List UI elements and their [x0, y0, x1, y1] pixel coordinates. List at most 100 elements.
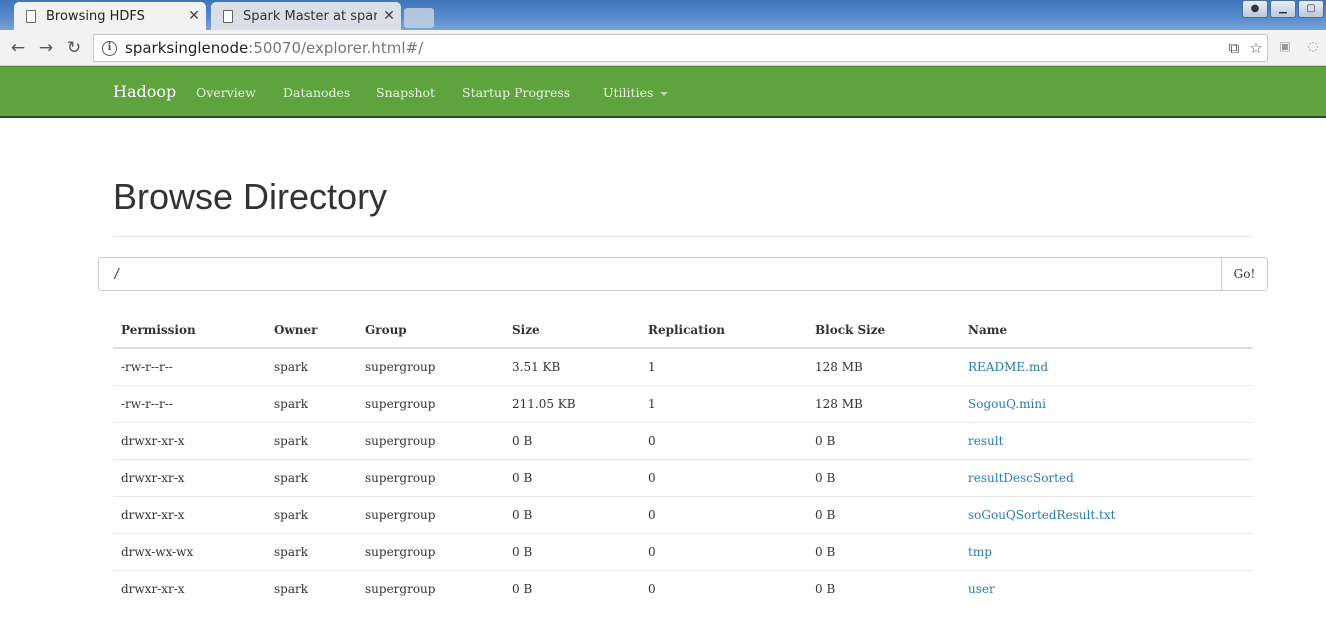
cell-block-size: 0 B: [807, 421, 960, 459]
translate-icon[interactable]: ⧉: [1223, 39, 1245, 57]
cell-owner: spark: [266, 569, 357, 607]
go-button[interactable]: Go!: [1221, 257, 1268, 291]
minimize-button[interactable]: ▁: [1270, 0, 1296, 18]
address-bar[interactable]: i sparksinglenode:50070/explorer.html#/ …: [93, 34, 1268, 62]
cell-group: supergroup: [357, 569, 504, 607]
cell-name: tmp: [960, 532, 1253, 570]
cell-replication: 0: [640, 458, 807, 496]
directory-listing-table: Permission Owner Group Size Replication …: [113, 312, 1253, 607]
page-icon: [223, 9, 233, 23]
user-icon[interactable]: ●: [1242, 0, 1268, 18]
cell-name: user: [960, 569, 1253, 607]
cell-group: supergroup: [357, 384, 504, 422]
directory-path-input[interactable]: [98, 257, 1222, 291]
cell-owner: spark: [266, 421, 357, 459]
cell-name: README.md: [960, 348, 1253, 385]
file-link[interactable]: SogouQ.mini: [968, 397, 1046, 411]
directory-link[interactable]: user: [968, 582, 995, 596]
url-path: :50070/explorer.html#/: [248, 39, 424, 57]
directory-link[interactable]: result: [968, 434, 1003, 448]
cell-owner: spark: [274, 359, 309, 374]
url-text[interactable]: sparksinglenode:50070/explorer.html#/: [125, 39, 1223, 57]
file-link[interactable]: README.md: [968, 360, 1048, 374]
nav-utilities[interactable]: Utilities: [603, 85, 669, 100]
cell-owner: spark: [266, 495, 357, 533]
extension-icon[interactable]: ◌: [1304, 39, 1322, 57]
nav-snapshot[interactable]: Snapshot: [376, 85, 435, 100]
nav-startup-progress[interactable]: Startup Progress: [462, 85, 570, 100]
cell-replication: 0: [640, 495, 807, 533]
cell-group: supergroup: [357, 495, 504, 533]
cell-block-size: 0 B: [807, 569, 960, 607]
close-icon[interactable]: ✕: [377, 8, 401, 24]
extension-icon[interactable]: ▣: [1276, 39, 1294, 57]
close-icon[interactable]: ✕: [182, 8, 206, 24]
cell-name: result: [960, 421, 1253, 459]
back-arrow-icon[interactable]: ←: [7, 37, 29, 59]
tab-spark-master[interactable]: Spark Master at spark:/ ✕: [211, 2, 401, 30]
column-header-owner[interactable]: Owner: [266, 312, 357, 349]
cell-block-size: 0 B: [807, 495, 960, 533]
table-row: drwxr-xr-x spark supergroup 0 B 0 0 B re…: [113, 421, 1253, 459]
tab-title: Browsing HDFS: [46, 8, 145, 24]
url-host: sparksinglenode: [125, 39, 249, 57]
page-title: Browse Directory: [113, 176, 388, 217]
table-row: drwxr-xr-x spark supergroup 0 B 0 0 B so…: [113, 495, 1253, 533]
cell-permission: drwxr-xr-x: [113, 569, 266, 607]
directory-link[interactable]: resultDescSorted: [968, 471, 1074, 485]
forward-arrow-icon[interactable]: →: [35, 37, 57, 59]
star-icon[interactable]: ☆: [1245, 39, 1267, 57]
cell-size: 0 B: [504, 532, 640, 570]
brand-hadoop[interactable]: Hadoop: [113, 82, 176, 101]
table-row: -rw-r--r-- spark supergroup 3.51 KB 1 12…: [113, 348, 1253, 385]
cell-permission: -rw-r--r--: [113, 384, 266, 422]
directory-link[interactable]: tmp: [968, 545, 992, 559]
nav-utilities-label: Utilities: [603, 85, 654, 100]
page-icon: [26, 9, 36, 23]
cell-permission: drwxr-xr-x: [113, 495, 266, 533]
column-header-permission[interactable]: Permission: [113, 312, 266, 349]
cell-block-size: 128 MB: [807, 384, 960, 422]
browser-toolbar: ← → ↻ i sparksinglenode:50070/explorer.h…: [0, 30, 1326, 66]
cell-name: SogouQ.mini: [960, 384, 1253, 422]
cell-name: resultDescSorted: [960, 458, 1253, 496]
column-header-group[interactable]: Group: [357, 312, 504, 349]
cell-name: soGouQSortedResult.txt: [960, 495, 1253, 533]
cell-block-size: 0 B: [807, 458, 960, 496]
cell-permission: drwxr-xr-x: [113, 458, 266, 496]
table-header-row: Permission Owner Group Size Replication …: [113, 312, 1253, 349]
cell-size: 0 B: [504, 569, 640, 607]
cell-owner: spark: [266, 384, 357, 422]
directory-link[interactable]: soGouQSortedResult.txt: [968, 508, 1115, 522]
cell-permission: drwxr-xr-x: [113, 421, 266, 459]
cell-group: supergroup: [357, 532, 504, 570]
cell-owner: spark: [266, 458, 357, 496]
hadoop-navbar: Hadoop Overview Datanodes Snapshot Start…: [0, 66, 1326, 118]
cell-block-size: 0 B: [807, 532, 960, 570]
tab-title: Spark Master at spark:/: [243, 8, 377, 24]
column-header-replication[interactable]: Replication: [640, 312, 807, 349]
window-controls: ● ▁ ▢: [1242, 0, 1324, 18]
cell-group: supergroup: [357, 458, 504, 496]
cell-block-size: 128 MB: [815, 359, 863, 374]
column-header-size[interactable]: Size: [504, 312, 640, 349]
cell-size: 3.51 KB: [512, 359, 561, 374]
browser-tab-strip: Browsing HDFS ✕ Spark Master at spark:/ …: [0, 0, 1326, 30]
column-header-block-size[interactable]: Block Size: [807, 312, 960, 349]
maximize-button[interactable]: ▢: [1298, 0, 1324, 18]
table-row: -rw-r--r-- spark supergroup 211.05 KB 1 …: [113, 384, 1253, 422]
cell-size: 0 B: [504, 458, 640, 496]
cell-replication: 1: [640, 384, 807, 422]
cell-size: 0 B: [504, 421, 640, 459]
column-header-name[interactable]: Name: [960, 312, 1253, 349]
nav-datanodes[interactable]: Datanodes: [283, 85, 350, 100]
reload-icon[interactable]: ↻: [63, 37, 85, 59]
divider: [113, 236, 1253, 237]
new-tab-button[interactable]: [404, 8, 434, 28]
info-icon[interactable]: i: [102, 40, 117, 56]
cell-permission: drwx-wx-wx: [113, 532, 266, 570]
cell-group: supergroup: [365, 359, 436, 374]
cell-permission: -rw-r--r--: [121, 359, 173, 374]
tab-browsing-hdfs[interactable]: Browsing HDFS ✕: [14, 2, 206, 30]
nav-overview[interactable]: Overview: [196, 85, 256, 100]
